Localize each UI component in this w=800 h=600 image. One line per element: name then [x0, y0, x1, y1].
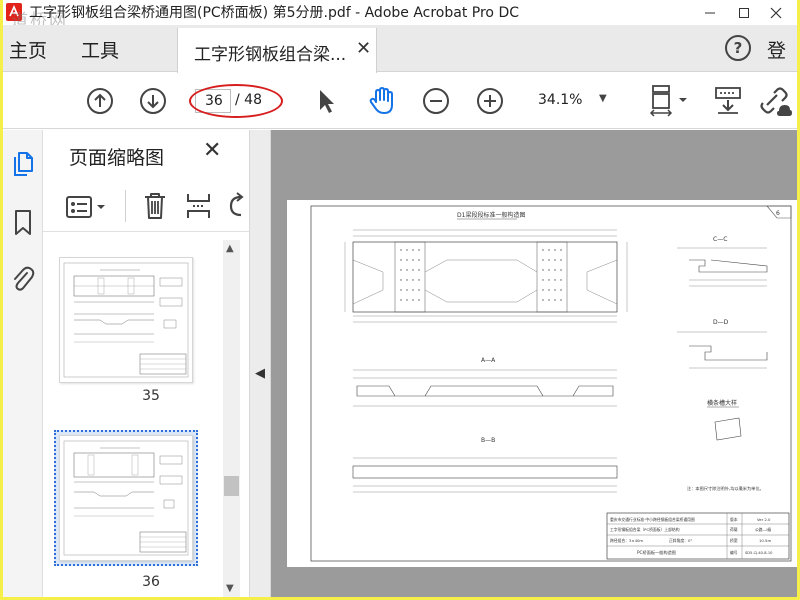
detail-label: 横条槽大样 [707, 399, 737, 407]
sign-in-button[interactable]: 登 [767, 36, 786, 63]
bookmark-icon[interactable] [8, 208, 38, 238]
thumbnail-label-selected: 36 [142, 574, 160, 590]
titleblock-version-label: 版本 [730, 517, 738, 522]
prev-page-icon[interactable] [83, 84, 117, 118]
zoom-in-icon[interactable] [473, 84, 507, 118]
delete-page-icon[interactable] [141, 191, 169, 225]
titleblock-span: 跨径组合：3×40m [610, 538, 643, 543]
maximize-button[interactable] [727, 0, 761, 25]
titleblock-code-label: 编号 [730, 550, 738, 555]
zoom-dropdown-icon[interactable]: ▼ [599, 93, 607, 104]
help-icon[interactable]: ? [725, 35, 751, 61]
zoom-level-input[interactable]: 34.1% [538, 92, 582, 108]
minimize-button[interactable] [693, 0, 727, 25]
section-bb-label: B—B [481, 437, 495, 444]
window-title: 工字形钢板组合梁桥通用图(PC桥面板) 第5分册.pdf - Adobe Acr… [29, 5, 519, 21]
document-view[interactable]: 6 D1梁段段标准一般构造图 C—C D—D A—A 横条槽大样 B—B 注：本… [271, 130, 797, 597]
scroll-down-icon[interactable]: ▼ [226, 583, 234, 594]
hand-tool-icon[interactable] [365, 84, 399, 118]
close-window-button[interactable] [759, 0, 793, 25]
section-cc-label: C—C [713, 236, 727, 243]
close-panel-icon[interactable]: ✕ [203, 138, 221, 163]
drawing-note: 注：本图尺寸除注明外,均以毫米为单位。 [687, 485, 764, 492]
titleblock-version: Ver 2.0 [757, 517, 771, 522]
thumbnail-toolbar [43, 180, 249, 232]
titleblock-width: 10.5m [759, 538, 771, 543]
scroll-up-icon[interactable]: ▲ [226, 243, 234, 254]
tab-document-label: 工字形钢板组合梁... [194, 45, 347, 65]
zoom-out-icon[interactable] [419, 84, 453, 118]
thumbnail-scrollbar[interactable]: ▲ ▼ [223, 240, 240, 597]
section-aa-label: A—A [481, 357, 496, 364]
titleblock-code: SD5-CJ-40-8-10 [745, 551, 773, 555]
drawing-corner: 6 [776, 210, 780, 217]
attachment-icon[interactable] [8, 264, 38, 294]
thumbnail-page[interactable] [59, 257, 193, 383]
title-bar: 道桥网 工字形钢板组合梁桥通用图(PC桥面板) 第5分册.pdf - Adobe… [3, 0, 797, 31]
navigation-rail [3, 130, 43, 597]
thumbnail-options-icon[interactable] [65, 194, 111, 224]
titleblock-load: 公路—I级 [755, 527, 772, 532]
thumbnail-list: 35 36 [43, 240, 233, 597]
document-page: 6 D1梁段段标准一般构造图 C—C D—D A—A 横条槽大样 B—B 注：本… [287, 200, 797, 567]
panel-splitter[interactable]: ◀ [249, 130, 271, 597]
acrobat-window: 道桥网 工字形钢板组合梁桥通用图(PC桥面板) 第5分册.pdf - Adobe… [3, 0, 797, 597]
section-dd-label: D—D [713, 319, 729, 326]
fit-page-icon[interactable] [643, 84, 691, 118]
red-highlight-ellipse [189, 84, 283, 118]
scrollbar-thumb[interactable] [224, 476, 239, 496]
tab-tools[interactable]: 工具 [81, 36, 119, 63]
insert-page-icon[interactable] [185, 191, 213, 225]
pages-icon[interactable] [8, 150, 38, 180]
thumbnail-label: 35 [142, 388, 160, 404]
panel-title: 页面缩略图 [69, 147, 165, 169]
thumbnail-page-selected[interactable] [59, 435, 193, 561]
next-page-icon[interactable] [136, 84, 170, 118]
tab-bar: 主页 工具 工字形钢板组合梁... ✕ ? 登 [3, 25, 797, 73]
titleblock-name: PC桥面板一般构造图 [637, 549, 676, 556]
titleblock-subtitle: 工字形钢板组合梁（PC桥面板）上部结构 [610, 527, 680, 532]
titleblock-width-label: 桥宽 [730, 538, 738, 543]
tab-document[interactable]: 工字形钢板组合梁... ✕ [177, 28, 377, 73]
tab-home[interactable]: 主页 [9, 36, 47, 63]
main-toolbar: 36 / 48 34.1% ▼ [3, 73, 797, 129]
titleblock-skew: 正斜角度：0° [669, 538, 692, 543]
titleblock-project: 重庆市交通行业标准·中小跨径钢板组合梁桥通用图 [610, 517, 695, 522]
close-tab-icon[interactable]: ✕ [356, 38, 371, 59]
toolbar-divider [125, 190, 126, 222]
select-tool-icon[interactable] [311, 84, 341, 118]
rotate-page-icon[interactable] [225, 191, 247, 225]
collapse-panel-icon[interactable]: ◀ [255, 366, 265, 381]
drawing-title: D1梁段段标准一般构造图 [457, 211, 525, 219]
scroll-mode-icon[interactable] [711, 84, 745, 118]
titleblock-load-label: 荷载 [730, 527, 738, 532]
link-icon[interactable] [755, 84, 795, 118]
page-thumbnails-panel: 页面缩略图 ✕ 35 36 ▲ ▼ [43, 130, 249, 597]
